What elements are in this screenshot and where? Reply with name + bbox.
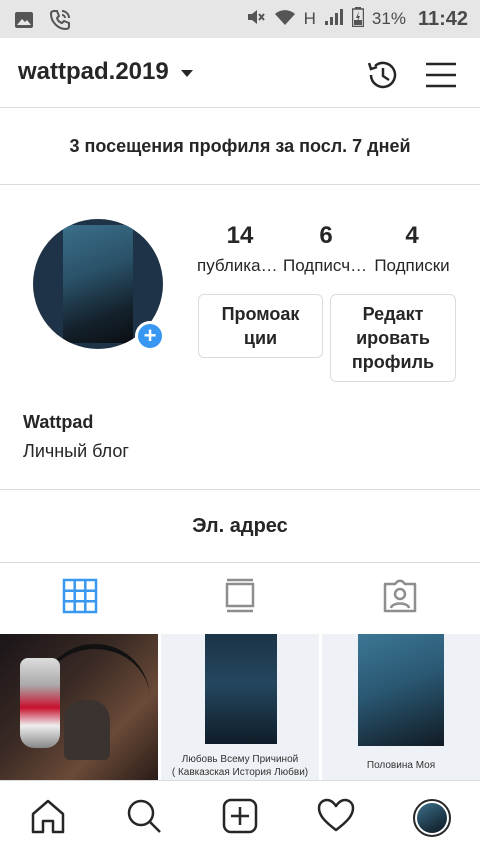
stat-following-count: 4 bbox=[405, 222, 419, 249]
profile-stats: 14 публикации 6 Подписчики 4 Подписки bbox=[197, 222, 455, 282]
clock: 11:42 bbox=[417, 7, 468, 30]
stat-posts-count: 14 bbox=[226, 222, 254, 249]
post-caption: Любовь Всему Причиной bbox=[181, 754, 299, 765]
stat-followers[interactable]: 6 Подписчики bbox=[283, 222, 369, 282]
profile-tabs bbox=[0, 563, 480, 633]
wifi-call-icon bbox=[48, 8, 72, 37]
nav-activity[interactable] bbox=[288, 781, 384, 854]
tab-feed[interactable] bbox=[160, 563, 320, 633]
edit-profile-button[interactable]: Редакт ировать профиль bbox=[330, 294, 456, 382]
grid-icon bbox=[62, 578, 98, 619]
username: wattpad.2019 bbox=[18, 58, 169, 85]
battery-icon bbox=[351, 6, 365, 32]
mute-icon bbox=[246, 7, 266, 32]
wifi-icon bbox=[274, 8, 296, 31]
profile-name: Wattpad bbox=[23, 412, 94, 432]
posts-grid: Любовь Всему Причиной ( Кавказская Истор… bbox=[0, 634, 480, 780]
history-icon[interactable] bbox=[363, 55, 403, 100]
profile-avatar-small bbox=[413, 799, 451, 837]
status-bar: H 31% 11:42 bbox=[0, 0, 480, 38]
network-type: H bbox=[303, 9, 316, 28]
chevron-down-icon bbox=[180, 70, 193, 77]
add-post-icon bbox=[220, 796, 260, 841]
post-thumbnail[interactable]: Любовь Всему Причиной ( Кавказская Истор… bbox=[161, 634, 319, 780]
stat-following[interactable]: 4 Подписки bbox=[369, 222, 455, 282]
home-icon bbox=[28, 796, 68, 841]
tab-grid[interactable] bbox=[0, 563, 160, 633]
bottom-navigation bbox=[0, 780, 480, 854]
nav-home[interactable] bbox=[0, 781, 96, 854]
profile-visits-banner[interactable]: 3 посещения профиля за посл. 7 дней bbox=[0, 108, 480, 185]
stat-followers-count: 6 bbox=[319, 222, 333, 249]
post-caption: ( Кавказская История Любви) bbox=[171, 767, 309, 778]
account-switcher[interactable]: wattpad.2019 bbox=[18, 58, 193, 86]
post-thumbnail[interactable]: Половина Моя bbox=[322, 634, 480, 780]
stat-posts[interactable]: 14 публикации bbox=[197, 222, 283, 282]
email-button[interactable]: Эл. адрес bbox=[0, 489, 480, 563]
email-button-label: Эл. адрес bbox=[192, 514, 288, 537]
profile-visits-text: 3 посещения профиля за посл. 7 дней bbox=[69, 135, 411, 156]
tagged-icon bbox=[382, 578, 418, 619]
post-caption: Половина Моя bbox=[366, 760, 436, 771]
feed-icon bbox=[222, 578, 258, 619]
promotions-button[interactable]: Промоак ции bbox=[198, 294, 323, 358]
signal-icon bbox=[324, 8, 344, 31]
search-icon bbox=[124, 796, 164, 841]
gallery-icon bbox=[14, 10, 34, 35]
profile-header: wattpad.2019 bbox=[0, 38, 480, 108]
add-story-icon[interactable]: + bbox=[135, 321, 165, 351]
menu-icon[interactable] bbox=[421, 55, 461, 100]
nav-search[interactable] bbox=[96, 781, 192, 854]
tab-tagged[interactable] bbox=[320, 563, 480, 633]
nav-profile[interactable] bbox=[384, 781, 480, 854]
stat-posts-label: публикации bbox=[197, 256, 283, 275]
profile-avatar-wrap[interactable]: + bbox=[33, 219, 165, 351]
nav-add-post[interactable] bbox=[192, 781, 288, 854]
battery-percent: 31% bbox=[371, 9, 406, 28]
profile-bio: Личный блог bbox=[23, 441, 129, 461]
post-thumbnail[interactable] bbox=[0, 634, 158, 780]
heart-icon bbox=[316, 796, 356, 841]
stat-followers-label: Подписчики bbox=[283, 256, 369, 275]
stat-following-label: Подписки bbox=[374, 256, 450, 275]
